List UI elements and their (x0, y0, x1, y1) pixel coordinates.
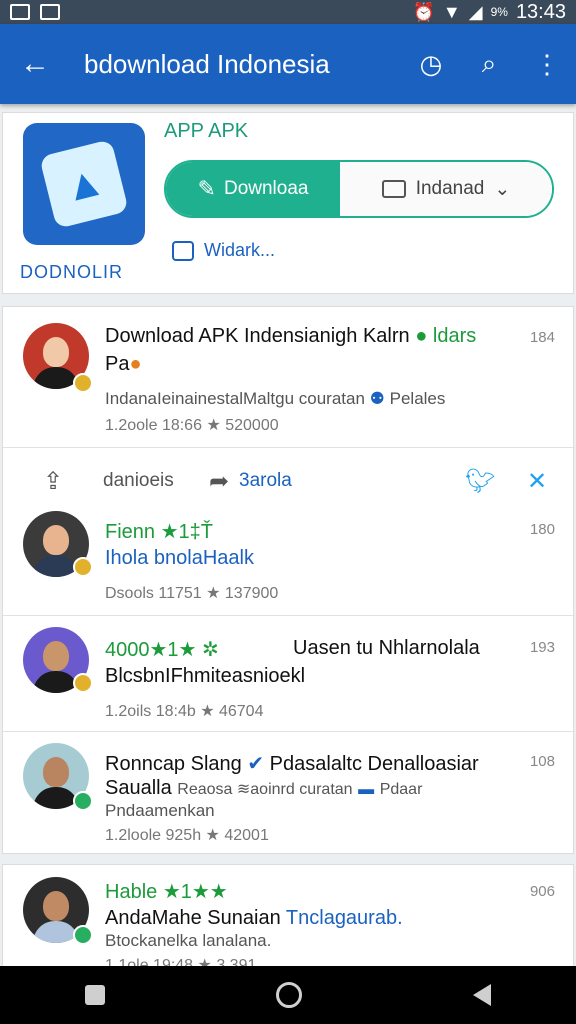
more-vert-icon[interactable]: ⋮ (518, 49, 576, 80)
app-logo-icon: ▲ (39, 139, 129, 229)
gallery-notification-icon (40, 4, 60, 20)
divider (3, 447, 575, 448)
review-meta: 1.2oole 18:66 (105, 417, 202, 434)
review-tag: ldars (432, 325, 477, 347)
reviews-card: Download APK Indensianigh Kalrn ● ldars … (2, 306, 575, 854)
review-line2: BlcsbnIFhmiteasnioekl (105, 665, 306, 687)
review-count: 184 (529, 329, 555, 346)
chevron-down-icon: ⌄ (494, 178, 511, 200)
verified-badge-icon (73, 791, 93, 811)
review-title: Ronncap Slang (105, 753, 242, 775)
system-nav-bar (0, 966, 576, 1024)
review-line2: Saualla (105, 777, 172, 799)
action-label[interactable]: danioeis (103, 470, 174, 492)
image-notification-icon (10, 4, 30, 20)
action-row: ⇪ danioeis ➦ 3arola 🐦︎ ✕ (3, 453, 575, 509)
verified-badge-icon (73, 557, 93, 577)
review-subtitle: IndanaIeinainestalMaltgu couratan (105, 389, 365, 408)
wrench-icon: ✎ (197, 176, 216, 201)
review-line2: Ihola bnolaHaalk (105, 547, 254, 569)
widget-icon (172, 240, 194, 261)
review-subtitle: Btockanelka lanalana. (105, 931, 272, 950)
app-type-label: APP APK (164, 120, 249, 142)
verified-check-icon: ✔ (247, 753, 265, 775)
review-rating: 520000 (225, 417, 279, 434)
review-line2-tag: Pdaar (379, 781, 423, 798)
share-icon[interactable]: ⇪ (43, 467, 63, 496)
twitter-icon[interactable]: 🐦︎ (465, 467, 495, 496)
people-icon: ⚉ (369, 389, 385, 408)
check-icon: ● (415, 325, 428, 347)
page-title: bdownload Indonesia (84, 48, 330, 79)
review-rating: 42001 (224, 827, 269, 844)
review-count: 193 (529, 639, 555, 656)
divider (3, 615, 575, 616)
star-icon: ★ (200, 703, 215, 720)
refresh-icon: ✲ (202, 639, 219, 661)
review-count: 180 (529, 521, 555, 538)
back-arrow-icon[interactable]: ← (0, 47, 70, 81)
search-icon[interactable]: ⌕ (460, 48, 518, 80)
review-meta: 1.2loole 925h (105, 827, 202, 844)
flag-icon: ● (129, 353, 142, 375)
widget-link-label: Widark... (204, 240, 276, 260)
review-line2: Pa (105, 353, 130, 375)
recents-icon[interactable] (85, 985, 106, 1005)
review-rating: 137900 (224, 585, 279, 602)
verified-badge-icon (73, 673, 93, 693)
review-title: Fienn ★1‡Ť (105, 521, 213, 543)
star-icon: ★ (206, 585, 221, 602)
card-icon (381, 180, 406, 198)
back-icon[interactable] (472, 984, 491, 1006)
download-button-label: Downloaa (223, 178, 309, 199)
divider (3, 731, 575, 732)
star-icon: ★ (206, 417, 221, 434)
review-subtitle: Pndaamenkan (105, 801, 215, 820)
verified-badge-icon (73, 373, 93, 393)
review-card: Hable ★1★★ AndaMahe Sunaian Tnclagaurab.… (2, 864, 574, 974)
review-line2-sub: Reaosa ≋aoinrd curatan (177, 781, 353, 798)
review-title-right: Pdasalaltc Denalloasiar (269, 753, 479, 775)
review-count: 108 (529, 753, 555, 770)
battery-level: 9% (490, 5, 508, 19)
status-bar: ⏰ ▼ ◢ 9% 13:43 (0, 0, 576, 24)
app-bar: ← bdownload Indonesia ◷ ⌕ ⋮ (0, 24, 576, 104)
review-meta: 1.2oils 18:4b (105, 703, 196, 720)
forward-icon[interactable]: ➦ (209, 467, 229, 496)
language-dropdown-label: Indanad (415, 178, 485, 199)
review-rating: 46704 (218, 703, 264, 720)
review-count: 906 (529, 883, 555, 900)
review-line2: AndaMahe Sunaian (105, 907, 281, 929)
review-title: Hable ★1★★ (105, 881, 228, 903)
review-line2-tag: Tnclagaurab. (285, 907, 403, 929)
clock-icon[interactable]: ◷ (402, 49, 460, 80)
clock-time: 13:43 (515, 0, 566, 23)
review-title: 4000★1★ (105, 639, 197, 661)
app-logo-label: DODNOLIR (20, 262, 124, 282)
close-icon[interactable]: ✕ (527, 467, 547, 496)
verified-badge-icon (73, 925, 93, 945)
review-meta: Dsools 11751 (105, 585, 202, 602)
home-icon[interactable] (275, 982, 302, 1008)
star-icon: ★ (205, 827, 220, 844)
review-title: Download APK Indensianigh Kalrn (105, 325, 410, 347)
action-link[interactable]: 3arola (239, 470, 292, 492)
download-button[interactable]: ✎ Downloaa (166, 162, 340, 216)
download-button-group: ✎ Downloaa Indanad ⌄ (164, 160, 554, 218)
app-logo: ▲ (23, 123, 145, 245)
review-title-right: Uasen tu Nhlarnolala (293, 637, 480, 659)
signal-icon: ◢ (468, 1, 483, 22)
widget-link[interactable]: Widark... (172, 240, 275, 261)
alarm-icon: ⏰ (412, 1, 435, 22)
language-dropdown[interactable]: Indanad ⌄ (340, 162, 552, 216)
wifi-icon: ▼ (442, 1, 461, 22)
flag-icon: ▬ (358, 781, 375, 798)
review-sub-tag: Pelales (389, 389, 446, 408)
